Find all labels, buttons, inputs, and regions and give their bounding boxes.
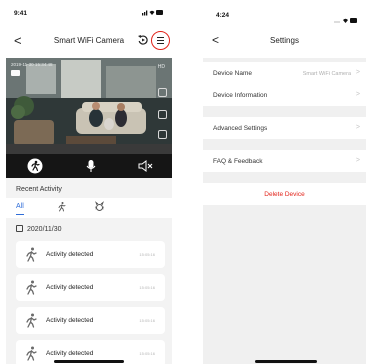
delete-device-button[interactable]: Delete Device <box>203 183 366 205</box>
row-label: Advanced Settings <box>213 125 268 132</box>
motion-icon <box>26 280 37 295</box>
page-title: Settings <box>270 36 299 45</box>
camera-control-bar <box>6 154 172 178</box>
row-label: Device Information <box>213 92 268 99</box>
settings-row-faq-feedback[interactable]: FAQ & Feedback > <box>203 150 366 172</box>
chevron-right-icon: > <box>355 90 360 98</box>
status-time: 9:41 <box>14 10 28 17</box>
status-time: 4:24 <box>216 12 230 19</box>
screenshot-root: 9:41 < Smart WiFi Camera 2019-11-30 15:3… <box>0 0 366 364</box>
menu-button[interactable] <box>151 31 170 50</box>
activity-time: 15:05:16 <box>139 252 155 257</box>
activity-label: Activity detected <box>46 251 94 258</box>
row-value: Smart WiFi Camera <box>302 70 351 77</box>
activity-label: Activity detected <box>46 284 94 291</box>
settings-screen: 4:24 < Settings Device Name Smart WiFi C… <box>203 6 366 364</box>
tab-motion-icon[interactable] <box>56 201 67 212</box>
tab-all[interactable]: All <box>16 203 24 210</box>
active-tab-indicator <box>16 214 24 216</box>
wifi-battery-icon <box>334 18 357 23</box>
living-room-feed-image <box>6 58 172 154</box>
chevron-right-icon: > <box>355 68 360 76</box>
tab-pet-icon[interactable] <box>94 201 105 212</box>
camera-live-view[interactable]: 2019-11-30 15:34:48 HD <box>6 58 172 154</box>
calendar-icon <box>16 225 23 232</box>
activity-item[interactable]: Activity detected 15:05:16 <box>16 241 165 268</box>
activity-label: Activity detected <box>46 350 94 357</box>
row-label: FAQ & Feedback <box>213 158 263 165</box>
activity-item[interactable]: Activity detected 15:05:16 <box>16 307 165 334</box>
home-indicator <box>54 360 124 363</box>
activity-item[interactable]: Activity detected 15:05:16 <box>16 274 165 301</box>
delete-device-label: Delete Device <box>264 191 305 198</box>
status-bar: 9:41 <box>6 6 172 20</box>
status-icons <box>142 9 164 18</box>
activity-time: 15:05:16 <box>139 351 155 356</box>
motion-icon <box>26 346 37 361</box>
settings-row-device-information[interactable]: Device Information > <box>203 84 366 106</box>
camera-live-screen: 9:41 < Smart WiFi Camera 2019-11-30 15:3… <box>6 6 172 364</box>
camera-timestamp: 2019-11-30 15:34:48 <box>11 62 53 67</box>
chevron-right-icon: > <box>355 123 360 131</box>
settings-header: 4:24 < Settings <box>203 6 366 58</box>
activity-date: 2020/11/30 <box>27 226 62 233</box>
settings-row-advanced-settings[interactable]: Advanced Settings > <box>203 117 366 139</box>
screenshot-icon[interactable] <box>158 88 167 97</box>
replay-icon[interactable] <box>137 34 149 46</box>
activity-time: 15:05:16 <box>139 285 155 290</box>
recent-activity-section: Recent Activity All 2020/11/30 Activity … <box>6 178 172 364</box>
activity-time: 15:05:16 <box>139 318 155 323</box>
home-indicator <box>255 360 317 363</box>
microphone-icon[interactable] <box>83 158 99 174</box>
status-icons <box>334 11 358 29</box>
quality-toggle[interactable]: HD <box>158 64 165 70</box>
motion-icon <box>26 313 37 328</box>
signal-wifi-battery-icon <box>142 10 163 16</box>
record-video-icon[interactable] <box>158 110 167 119</box>
recent-activity-title: Recent Activity <box>16 186 62 193</box>
date-header: 2020/11/30 <box>16 225 62 233</box>
activity-filter-tabs: All <box>6 198 172 218</box>
top-navigation: < Smart WiFi Camera <box>6 26 172 54</box>
motion-icon <box>26 247 37 262</box>
row-label: Device Name <box>213 70 253 77</box>
menu-icon <box>157 37 164 39</box>
speaker-mute-icon[interactable] <box>137 158 153 174</box>
fullscreen-icon[interactable] <box>158 130 167 139</box>
chevron-right-icon: > <box>355 156 360 164</box>
run-icon[interactable] <box>27 158 43 174</box>
settings-row-device-name[interactable]: Device Name Smart WiFi Camera > <box>203 62 366 84</box>
activity-label: Activity detected <box>46 317 94 324</box>
recording-icon[interactable] <box>11 70 20 76</box>
